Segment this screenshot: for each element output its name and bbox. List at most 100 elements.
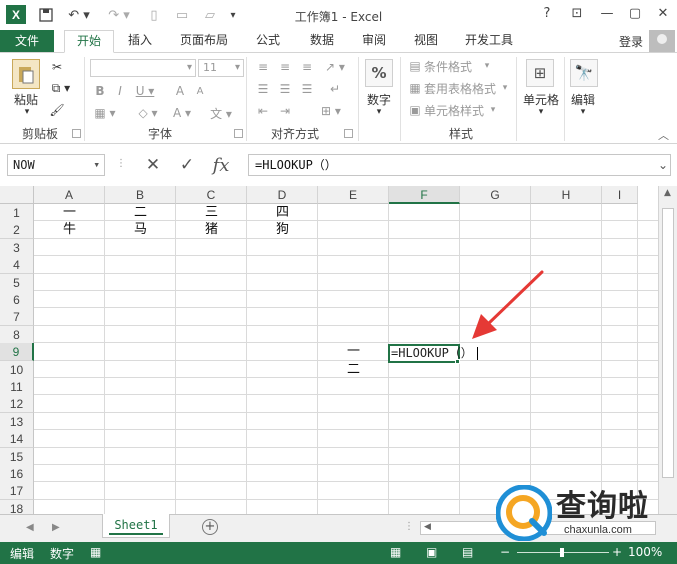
cell-b1[interactable]: 二 <box>105 204 176 222</box>
collapse-ribbon-icon[interactable]: ︿ <box>658 127 669 143</box>
add-sheet-button[interactable]: + <box>202 519 218 535</box>
zoom-in-icon[interactable]: + <box>612 545 622 559</box>
number-format-button[interactable]: 数字 <box>362 91 396 107</box>
cell-style-button[interactable]: 单元格样式 <box>424 103 494 118</box>
column-header-e[interactable]: E <box>318 186 389 204</box>
tab-split-grip-icon[interactable]: ⋮ <box>404 521 414 532</box>
cell-style-icon[interactable]: ▣ <box>408 103 422 117</box>
row-header-17[interactable]: 17 <box>0 482 34 501</box>
row-header-8[interactable]: 8 <box>0 325 34 344</box>
avatar[interactable] <box>649 30 675 54</box>
login-link[interactable]: 登录 <box>619 33 643 50</box>
active-cell-f9[interactable]: =HLOOKUP（） <box>388 344 478 363</box>
align-right-icon[interactable]: ☰ <box>298 81 316 97</box>
tab-review[interactable]: 审阅 <box>354 30 394 52</box>
cell-d2[interactable]: 狗 <box>247 221 318 239</box>
cells-icon[interactable]: ⊞ <box>526 59 554 87</box>
row-header-15[interactable]: 15 <box>0 447 34 466</box>
tab-data[interactable]: 数据 <box>302 30 342 52</box>
column-header-g[interactable]: G <box>460 186 531 204</box>
border-icon[interactable]: ▦ ▾ <box>92 105 118 121</box>
row-header-14[interactable]: 14 <box>0 430 34 449</box>
conditional-format-dropdown-icon[interactable]: ▾ <box>482 59 492 73</box>
prev-sheet-icon[interactable]: ◀ <box>26 522 34 533</box>
clipboard-launcher-icon[interactable] <box>72 129 81 138</box>
decrease-font-icon[interactable]: A <box>192 83 208 99</box>
font-launcher-icon[interactable] <box>234 129 243 138</box>
help-button[interactable]: ? <box>536 6 558 24</box>
find-icon[interactable]: 🔭 <box>570 59 598 87</box>
number-dropdown-icon[interactable]: ▾ <box>374 107 384 117</box>
italic-icon[interactable]: I <box>112 83 128 99</box>
phonetic-icon[interactable]: 文 ▾ <box>208 105 234 121</box>
column-header-i[interactable]: I <box>602 186 638 204</box>
cell-style-dropdown-icon[interactable]: ▾ <box>488 103 498 117</box>
row-header-7[interactable]: 7 <box>0 308 34 327</box>
format-painter-icon[interactable]: 🖌 <box>48 101 66 119</box>
align-center-icon[interactable]: ☰ <box>276 81 294 97</box>
row-header-16[interactable]: 16 <box>0 465 34 483</box>
table-format-icon[interactable]: ▦ <box>408 81 422 95</box>
copy-icon[interactable]: ⧉ ▾ <box>48 79 74 97</box>
cell-b2[interactable]: 马 <box>105 221 176 239</box>
enter-entry-icon[interactable]: ✓ <box>170 155 204 175</box>
align-top-icon[interactable]: ≡ <box>254 59 272 75</box>
tab-view[interactable]: 视图 <box>406 30 446 52</box>
row-header-18[interactable]: 18 <box>0 499 34 514</box>
column-header-a[interactable]: A <box>34 186 105 204</box>
column-header-c[interactable]: C <box>176 186 247 204</box>
increase-font-icon[interactable]: A <box>172 83 188 99</box>
paste-dropdown-icon[interactable]: ▾ <box>22 107 32 117</box>
wrap-text-icon[interactable]: ↵ <box>326 81 344 97</box>
cell-d1[interactable]: 四 <box>247 204 318 222</box>
table-format-button[interactable]: 套用表格格式 <box>424 81 504 96</box>
tab-page-layout[interactable]: 页面布局 <box>174 30 234 52</box>
row-header-10[interactable]: 10 <box>0 360 34 379</box>
row-header-11[interactable]: 11 <box>0 378 34 396</box>
conditional-format-icon[interactable]: ▤ <box>408 59 422 73</box>
font-name-combo[interactable] <box>90 59 196 77</box>
row-header-4[interactable]: 4 <box>0 256 34 275</box>
fill-handle[interactable] <box>455 359 460 364</box>
align-bottom-icon[interactable]: ≡ <box>298 59 316 75</box>
row-header-1[interactable]: 1 <box>0 204 34 222</box>
increase-indent-icon[interactable]: ⇥ <box>276 103 294 119</box>
bold-icon[interactable]: B <box>92 83 108 99</box>
align-middle-icon[interactable]: ≡ <box>276 59 294 75</box>
alignment-launcher-icon[interactable] <box>344 129 353 138</box>
normal-view-icon[interactable]: ▦ <box>390 545 401 559</box>
orientation-icon[interactable]: ↗ ▾ <box>322 59 348 75</box>
page-break-view-icon[interactable]: ▤ <box>462 545 473 559</box>
expand-formula-bar-icon[interactable]: ⌄ <box>658 158 668 172</box>
column-header-b[interactable]: B <box>105 186 176 204</box>
formula-input[interactable]: =HLOOKUP（） <box>248 154 671 176</box>
cell-c1[interactable]: 三 <box>176 204 247 222</box>
scroll-up-icon[interactable]: ▲ <box>664 188 671 198</box>
tab-insert[interactable]: 插入 <box>118 30 162 52</box>
row-header-3[interactable]: 3 <box>0 238 34 257</box>
zoom-level[interactable]: 100% <box>628 545 662 559</box>
tab-developer[interactable]: 开发工具 <box>458 30 520 52</box>
row-header-6[interactable]: 6 <box>0 291 34 309</box>
select-all-corner[interactable] <box>0 186 34 204</box>
font-color-icon[interactable]: A ▾ <box>168 105 196 121</box>
cells-button[interactable]: 单元格 <box>520 91 562 107</box>
zoom-out-icon[interactable]: − <box>500 545 510 559</box>
row-header-12[interactable]: 12 <box>0 395 34 414</box>
table-format-dropdown-icon[interactable]: ▾ <box>500 81 510 95</box>
close-button[interactable]: ✕ <box>652 6 674 24</box>
vertical-scrollbar[interactable]: ▲ <box>658 186 677 514</box>
editing-button[interactable]: 编辑 <box>566 91 600 107</box>
fill-color-icon[interactable]: ◇ ▾ <box>134 105 162 121</box>
page-layout-view-icon[interactable]: ▣ <box>426 545 437 559</box>
cells-dropdown-icon[interactable]: ▾ <box>536 107 546 117</box>
maximize-button[interactable]: ▢ <box>624 6 646 24</box>
cell-e10[interactable]: 二 <box>318 361 389 379</box>
underline-icon[interactable]: U ▾ <box>132 83 158 99</box>
row-header-13[interactable]: 13 <box>0 412 34 431</box>
cut-icon[interactable]: ✂ <box>48 58 66 76</box>
worksheet-grid[interactable]: ABCDEFGHI 1 2 3 4 5 6 7 8 9 10 11 12 13 14 15 16 17 18 一二… <box>0 186 677 514</box>
row-header-5[interactable]: 5 <box>0 273 34 292</box>
insert-function-icon[interactable]: fx <box>204 155 238 176</box>
cell-a2[interactable]: 牛 <box>34 221 105 239</box>
